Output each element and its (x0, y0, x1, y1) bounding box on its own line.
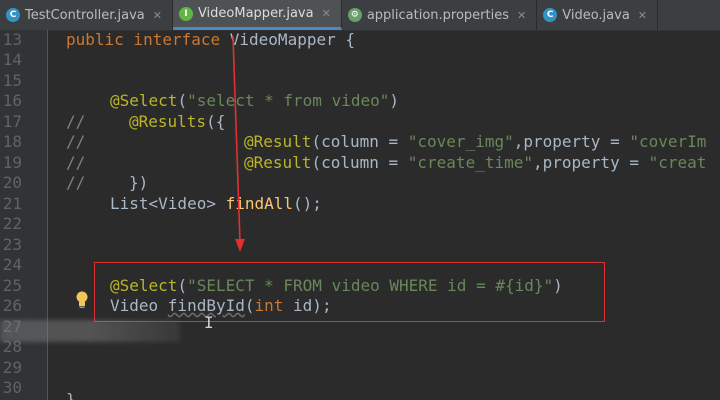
annotation: @Results (129, 112, 207, 131)
tab-test-controller[interactable]: C TestController.java ✕ (0, 0, 173, 30)
class-file-icon: C (543, 8, 558, 22)
line-number: 25 (2, 276, 22, 295)
annotation: @Select (110, 91, 178, 110)
close-icon[interactable]: ✕ (638, 9, 647, 22)
blurred-region (0, 320, 180, 342)
code-text: (); (293, 194, 322, 213)
line-number: 23 (2, 235, 22, 254)
close-icon[interactable]: ✕ (517, 9, 526, 22)
line-comment: // (66, 132, 86, 151)
code-text: ({ (206, 112, 226, 131)
line-number: 15 (2, 71, 22, 90)
code-text: (column = (311, 153, 408, 172)
code-text: (column = (311, 132, 408, 151)
code-line-21[interactable]: List<Video> findAll(); (110, 194, 322, 214)
line-number: 30 (2, 378, 22, 397)
line-number: 17 (2, 112, 22, 131)
tab-label: Video.java (562, 7, 630, 23)
code-line-18[interactable]: // (66, 132, 85, 152)
line-number: 29 (2, 358, 22, 377)
line-number: 18 (2, 132, 22, 151)
lightbulb-icon[interactable] (74, 290, 90, 310)
line-number: 20 (2, 173, 22, 192)
code-text: ,property = (533, 153, 649, 172)
code-text: ,property = (513, 132, 630, 151)
highlight-box (94, 262, 605, 322)
line-comment: // (66, 153, 86, 172)
line-number-gutter: 13 14 15 16 17 18 19 20 21 22 23 24 25 2… (0, 30, 48, 400)
code-text: VideoMapper { (229, 30, 355, 49)
code-text: } (66, 390, 76, 400)
code-text: List<Video> (110, 194, 226, 213)
annotation: @Result (244, 153, 312, 172)
editor-tab-bar: C TestController.java ✕ I VideoMapper.ja… (0, 0, 720, 31)
tab-video-mapper[interactable]: I VideoMapper.java ✕ (172, 0, 342, 30)
line-number: 16 (2, 91, 22, 110)
code-text: ) (389, 91, 400, 110)
class-file-icon: C (6, 8, 20, 22)
string-literal: "cover_img" (407, 132, 514, 151)
line-number: 14 (2, 50, 22, 69)
code-line-19[interactable]: // (66, 153, 85, 173)
line-number: 24 (2, 255, 22, 274)
code-line-20[interactable]: // (66, 173, 85, 193)
code-line-30[interactable]: } (66, 390, 76, 400)
keyword: public interface (66, 30, 230, 49)
tab-video[interactable]: C Video.java ✕ (537, 0, 659, 30)
line-number: 26 (2, 296, 22, 315)
line-number: 13 (2, 30, 22, 49)
tab-label: VideoMapper.java (197, 6, 314, 21)
tab-label: TestController.java (25, 7, 145, 23)
close-icon[interactable]: ✕ (153, 9, 162, 22)
code-line-18-body[interactable]: @Result(column = "cover_img",property = … (244, 132, 706, 152)
string-literal: "select * from video" (187, 91, 390, 110)
code-line-20-body[interactable]: }) (129, 173, 148, 193)
code-line-17[interactable]: // (66, 112, 85, 132)
string-literal: "creat (648, 153, 707, 172)
code-line-13[interactable]: public interface VideoMapper { (66, 30, 355, 50)
annotation: @Result (244, 132, 312, 151)
close-icon[interactable]: ✕ (322, 7, 331, 20)
annotation-arrow (232, 36, 245, 252)
tab-application-properties[interactable]: ⚙ application.properties ✕ (342, 0, 538, 30)
string-literal: "create_time" (407, 153, 533, 172)
code-editor[interactable]: public interface VideoMapper { @Select("… (48, 30, 720, 400)
code-text: }) (129, 173, 149, 192)
properties-file-icon: ⚙ (347, 8, 362, 22)
line-comment: // (66, 173, 86, 192)
code-line-16[interactable]: @Select("select * from video") (110, 91, 399, 111)
interface-file-icon: I (178, 6, 193, 21)
line-number: 21 (2, 194, 22, 213)
code-text: ( (177, 91, 188, 110)
text-cursor-icon: I (204, 313, 214, 332)
code-line-17-body[interactable]: @Results({ (129, 112, 225, 132)
line-comment: // (66, 112, 86, 131)
string-literal: "coverIm (629, 132, 707, 151)
tab-label: application.properties (366, 7, 509, 23)
code-line-19-body[interactable]: @Result(column = "create_time",property … (244, 153, 706, 173)
line-number: 22 (2, 214, 22, 233)
line-number: 19 (2, 153, 22, 172)
